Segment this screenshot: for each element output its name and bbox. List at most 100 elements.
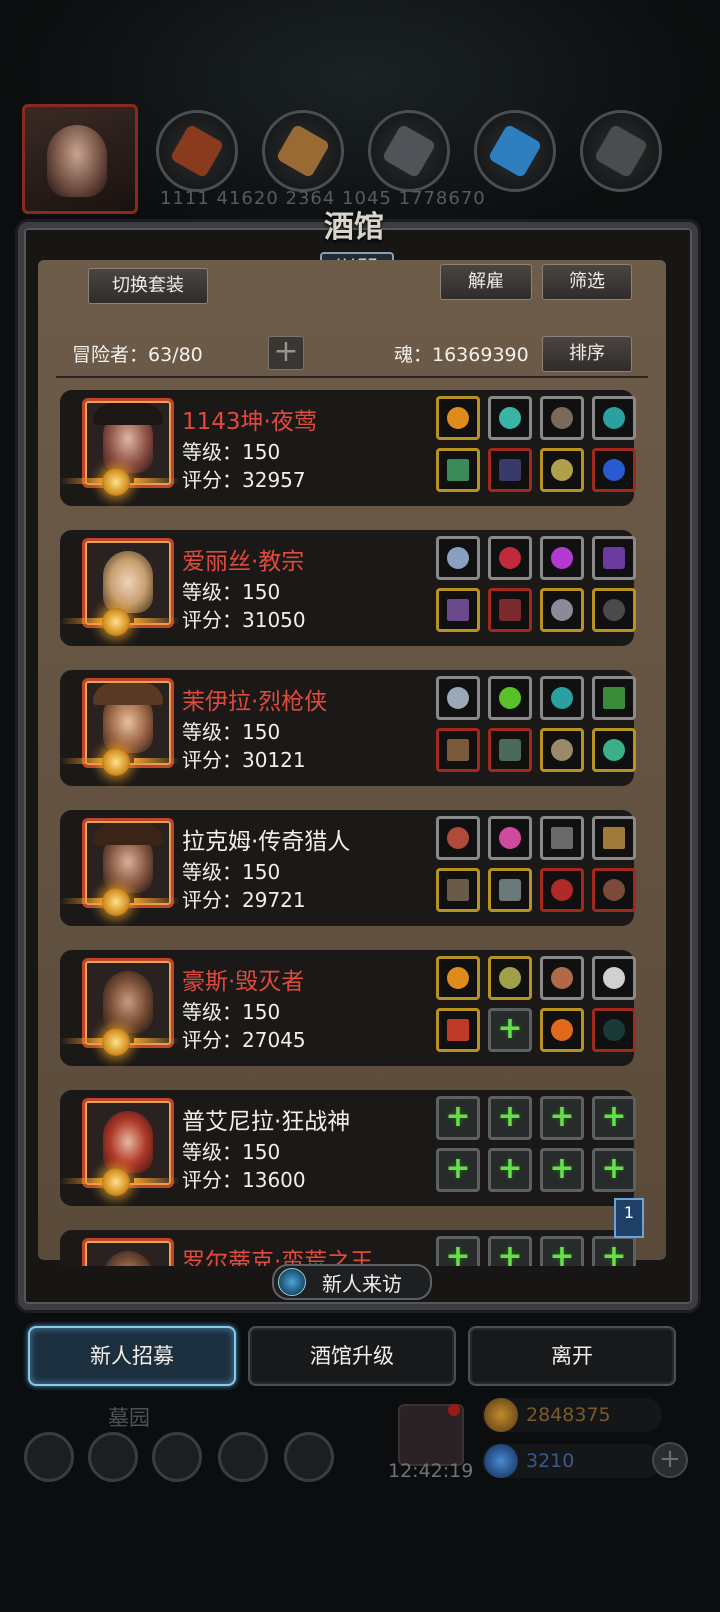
equip-slot-empty[interactable]: + [488,1236,532,1266]
sort-button[interactable]: 排序 [542,336,632,372]
hero-card[interactable]: 豪斯·毁灭者 等级：150 评分：27045 + [60,950,636,1066]
equip-slot[interactable] [488,536,532,580]
equip-slot[interactable] [488,588,532,632]
equip-slot[interactable] [436,1008,480,1052]
equip-slot[interactable] [592,728,636,772]
equip-slot[interactable] [540,396,584,440]
resource-wood-icon[interactable] [262,110,344,192]
equip-slot-empty[interactable]: + [592,1236,636,1266]
equip-slot[interactable] [592,396,636,440]
hero-portrait[interactable] [82,1238,174,1266]
hero-level: 等级：150 [182,440,281,464]
equip-slot[interactable] [488,448,532,492]
equip-slot[interactable] [540,956,584,1000]
equipment-slots [436,676,636,782]
equip-slot[interactable] [436,868,480,912]
switch-outfit-button[interactable]: 切换套装 [88,268,208,304]
rank-medal-icon [102,748,130,776]
equip-slot[interactable] [436,588,480,632]
menu-icon[interactable] [152,1432,202,1482]
clock-icon [278,1268,306,1296]
add-gems-button[interactable]: + [652,1442,688,1478]
hero-name: 普艾尼拉·狂战神 [182,1109,351,1135]
equip-slot[interactable] [488,676,532,720]
equip-slot-empty[interactable]: + [488,1148,532,1192]
hero-level: 等级：150 [182,1000,281,1024]
equip-slot[interactable] [540,536,584,580]
upgrade-tavern-button[interactable]: 酒馆升级 [248,1326,456,1386]
menu-icon[interactable] [284,1432,334,1482]
equip-slot-empty[interactable]: + [540,1236,584,1266]
menu-icon[interactable] [24,1432,74,1482]
hero-card[interactable]: 爱丽丝·教宗 等级：150 评分：31050 [60,530,636,646]
equip-slot[interactable] [488,816,532,860]
equip-slot[interactable] [436,536,480,580]
player-avatar[interactable] [22,104,138,214]
resource-crystal-icon[interactable] [474,110,556,192]
equip-slot-empty[interactable]: + [592,1096,636,1140]
equip-slot[interactable] [592,448,636,492]
equip-slot-empty[interactable]: + [540,1096,584,1140]
equip-slot-empty[interactable]: + [592,1148,636,1192]
hero-card[interactable]: 1143坤·夜莺 等级：150 评分：32957 [60,390,636,506]
hero-name: 1143坤·夜莺 [182,409,317,435]
menu-icon[interactable] [218,1432,268,1482]
equip-slot[interactable] [488,868,532,912]
equip-slot-empty[interactable]: + [436,1096,480,1140]
equip-slot[interactable] [488,956,532,1000]
expand-adventurers-button[interactable]: + [268,336,304,370]
hero-list[interactable]: 1143坤·夜莺 等级：150 评分：32957 爱丽丝·教宗 等级：150 评… [60,390,650,1266]
equip-slot[interactable] [436,396,480,440]
equip-slot[interactable] [592,868,636,912]
equip-slot[interactable] [540,868,584,912]
equip-slot[interactable] [540,728,584,772]
hero-score: 评分：27045 [182,1028,306,1052]
area-label: 墓园 [108,1406,150,1430]
hero-score: 评分：30121 [182,748,306,772]
hero-card[interactable]: 拉克姆·传奇猎人 等级：150 评分：29721 [60,810,636,926]
equip-slot[interactable] [540,1008,584,1052]
equipment-slots: + + + + [436,1236,636,1266]
hero-card[interactable]: 茉伊拉·烈枪侠 等级：150 评分：30121 [60,670,636,786]
equip-slot[interactable] [592,816,636,860]
equip-slot-empty[interactable]: + [540,1148,584,1192]
clock-time: 12:42:19 [388,1460,474,1482]
equip-slot[interactable] [540,448,584,492]
new-visitor-bar[interactable]: 新人来访 [272,1264,432,1300]
equip-slot[interactable] [436,676,480,720]
menu-icon[interactable] [88,1432,138,1482]
rank-medal-icon [102,468,130,496]
resource-stone-icon[interactable] [368,110,450,192]
resource-meat-icon[interactable] [156,110,238,192]
equip-slot-empty[interactable]: + [436,1148,480,1192]
hero-card[interactable]: 普艾尼拉·狂战神 等级：150 评分：13600 + + + + + + + + [60,1090,636,1206]
equip-slot-empty[interactable]: + [436,1236,480,1266]
equip-slot[interactable] [488,396,532,440]
equip-slot[interactable] [540,676,584,720]
equip-slot-empty[interactable]: + [488,1008,532,1052]
notification-dot [448,1404,460,1416]
equip-slot[interactable] [436,728,480,772]
equip-slot[interactable] [592,676,636,720]
equip-slot[interactable] [436,448,480,492]
equip-slot[interactable] [592,588,636,632]
equip-slot[interactable] [540,588,584,632]
equip-slot[interactable] [488,728,532,772]
equip-slot[interactable] [592,956,636,1000]
hero-name: 拉克姆·传奇猎人 [182,829,351,855]
dismiss-button[interactable]: 解雇 [440,264,532,300]
leave-button[interactable]: 离开 [468,1326,676,1386]
equip-slot[interactable] [436,956,480,1000]
resource-iron-icon[interactable] [580,110,662,192]
recruit-button[interactable]: 新人招募 [28,1326,236,1386]
equip-slot[interactable] [592,1008,636,1052]
gem-icon [484,1444,518,1478]
equip-slot[interactable] [592,536,636,580]
equip-slot-empty[interactable]: + [488,1096,532,1140]
header-divider [56,376,648,378]
hero-card[interactable]: 罗尔蒂克·蛮荒之王 + + + + [60,1230,636,1266]
equip-slot[interactable] [540,816,584,860]
equip-slot[interactable] [436,816,480,860]
filter-button[interactable]: 筛选 [542,264,632,300]
resource-numbers: 1111 41620 2364 1045 1778670 [160,188,486,209]
